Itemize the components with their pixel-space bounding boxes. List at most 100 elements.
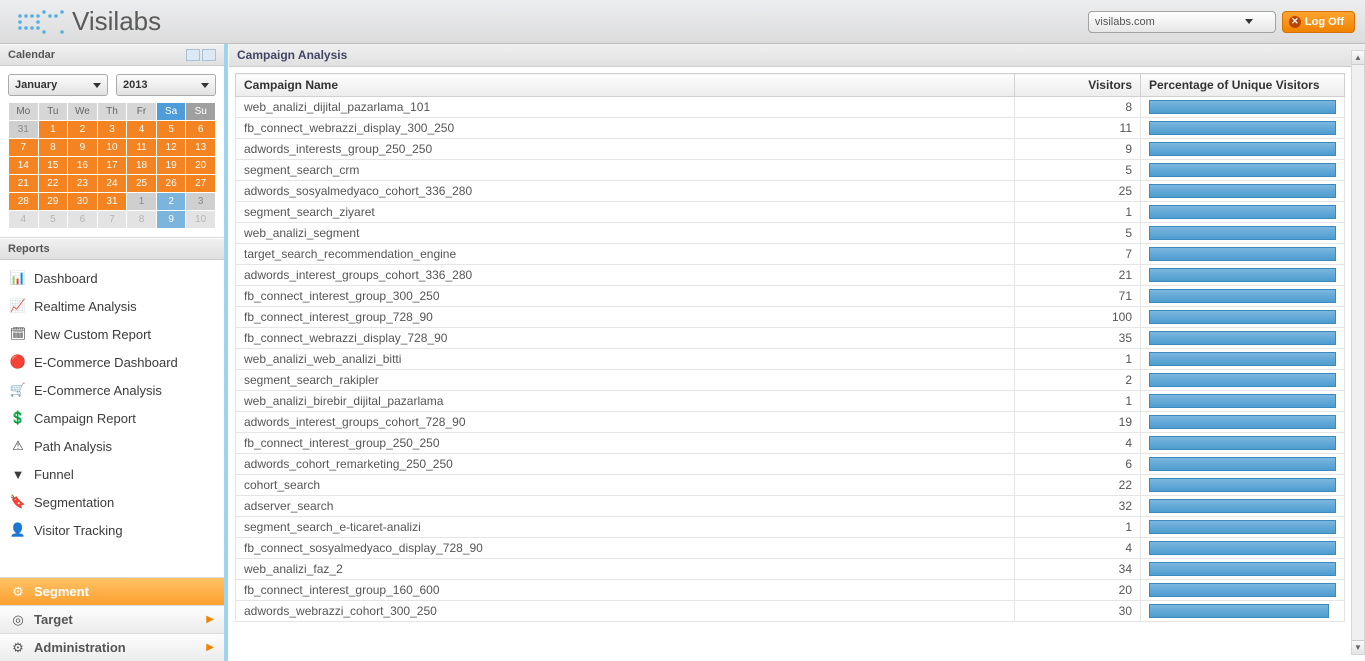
calendar-day[interactable]: 30 bbox=[68, 193, 98, 211]
table-row[interactable]: adwords_interest_groups_cohort_728_9019 bbox=[236, 412, 1345, 433]
bottom-menu-item[interactable]: ⚙Administration▶ bbox=[0, 633, 224, 661]
calendar-day[interactable]: 15 bbox=[38, 157, 68, 175]
calendar-day[interactable]: 4 bbox=[127, 121, 157, 139]
calendar-day[interactable]: 31 bbox=[97, 193, 127, 211]
table-row[interactable]: web_analizi_web_analizi_bitti1 bbox=[236, 349, 1345, 370]
calendar-day[interactable]: 7 bbox=[9, 139, 39, 157]
table-row[interactable]: web_analizi_faz_234 bbox=[236, 559, 1345, 580]
month-select[interactable]: January bbox=[8, 74, 108, 96]
report-item[interactable]: 💲Campaign Report bbox=[0, 404, 224, 432]
table-row[interactable]: adwords_cohort_remarketing_250_2506 bbox=[236, 454, 1345, 475]
report-item[interactable]: 📊Dashboard bbox=[0, 264, 224, 292]
table-row[interactable]: fb_connect_interest_group_728_90100 bbox=[236, 307, 1345, 328]
calendar-day[interactable]: 10 bbox=[186, 211, 216, 229]
logo-text: Visilabs bbox=[72, 6, 161, 37]
table-row[interactable]: fb_connect_interest_group_300_25071 bbox=[236, 286, 1345, 307]
calendar-day[interactable]: 3 bbox=[97, 121, 127, 139]
calendar-day[interactable]: 12 bbox=[156, 139, 186, 157]
col-campaign-name[interactable]: Campaign Name bbox=[236, 74, 1015, 97]
year-select[interactable]: 2013 bbox=[116, 74, 216, 96]
table-row[interactable]: adwords_interests_group_250_2509 bbox=[236, 139, 1345, 160]
calendar-day[interactable]: 13 bbox=[186, 139, 216, 157]
calendar-day[interactable]: 1 bbox=[38, 121, 68, 139]
bottom-menu-item[interactable]: ⚙Segment bbox=[0, 577, 224, 605]
calendar-day[interactable]: 6 bbox=[186, 121, 216, 139]
calendar-day[interactable]: 26 bbox=[156, 175, 186, 193]
cell-percent-bar bbox=[1141, 496, 1345, 517]
calendar-day[interactable]: 5 bbox=[156, 121, 186, 139]
calendar-day[interactable]: 4 bbox=[9, 211, 39, 229]
report-item[interactable]: 👤Visitor Tracking bbox=[0, 516, 224, 544]
calendar-day[interactable]: 1 bbox=[127, 193, 157, 211]
bottom-menu-label: Administration bbox=[34, 640, 126, 655]
report-item[interactable]: 🗓New Custom Report bbox=[0, 320, 224, 348]
calendar-day[interactable]: 2 bbox=[156, 193, 186, 211]
table-row[interactable]: adwords_sosyalmedyaco_cohort_336_28025 bbox=[236, 181, 1345, 202]
col-visitors[interactable]: Visitors bbox=[1015, 74, 1141, 97]
calendar-day[interactable]: 28 bbox=[9, 193, 39, 211]
table-row[interactable]: cohort_search22 bbox=[236, 475, 1345, 496]
report-item[interactable]: 🛒E-Commerce Analysis bbox=[0, 376, 224, 404]
cell-campaign-name: web_analizi_faz_2 bbox=[236, 559, 1015, 580]
table-row[interactable]: segment_search_rakipler2 bbox=[236, 370, 1345, 391]
table-row[interactable]: adwords_interest_groups_cohort_336_28021 bbox=[236, 265, 1345, 286]
table-row[interactable]: adwords_webrazzi_cohort_300_25030 bbox=[236, 601, 1345, 622]
vertical-scrollbar[interactable]: ▲ ▼ bbox=[1351, 50, 1365, 655]
calendar-day[interactable]: 6 bbox=[68, 211, 98, 229]
calendar-day[interactable]: 24 bbox=[97, 175, 127, 193]
report-item[interactable]: 🔴E-Commerce Dashboard bbox=[0, 348, 224, 376]
scroll-up-icon[interactable]: ▲ bbox=[1352, 51, 1364, 65]
calendar-day[interactable]: 27 bbox=[186, 175, 216, 193]
chevron-right-icon: ▶ bbox=[206, 614, 214, 625]
calendar-day[interactable]: 31 bbox=[9, 121, 39, 139]
calendar-day[interactable]: 9 bbox=[156, 211, 186, 229]
calendar-day[interactable]: 9 bbox=[68, 139, 98, 157]
bottom-menu-item[interactable]: ◎Target▶ bbox=[0, 605, 224, 633]
table-row[interactable]: web_analizi_segment5 bbox=[236, 223, 1345, 244]
calendar-day[interactable]: 10 bbox=[97, 139, 127, 157]
calendar-day[interactable]: 2 bbox=[68, 121, 98, 139]
logoff-button[interactable]: ✕ Log Off bbox=[1282, 11, 1355, 33]
calendar-day[interactable]: 18 bbox=[127, 157, 157, 175]
calendar-day[interactable]: 16 bbox=[68, 157, 98, 175]
calendar-day[interactable]: 21 bbox=[9, 175, 39, 193]
calendar-day[interactable]: 8 bbox=[38, 139, 68, 157]
calendar-day[interactable]: 7 bbox=[97, 211, 127, 229]
table-row[interactable]: fb_connect_webrazzi_display_300_25011 bbox=[236, 118, 1345, 139]
calendar-day[interactable]: 8 bbox=[127, 211, 157, 229]
table-row[interactable]: adserver_search32 bbox=[236, 496, 1345, 517]
table-row[interactable]: segment_search_ziyaret1 bbox=[236, 202, 1345, 223]
col-percent[interactable]: Percentage of Unique Visitors bbox=[1141, 74, 1345, 97]
cell-percent-bar bbox=[1141, 181, 1345, 202]
table-row[interactable]: web_analizi_dijital_pazarlama_1018 bbox=[236, 97, 1345, 118]
cell-visitors: 20 bbox=[1015, 580, 1141, 601]
calendar-day[interactable]: 20 bbox=[186, 157, 216, 175]
report-item[interactable]: ▼Funnel bbox=[0, 460, 224, 488]
calendar-day[interactable]: 19 bbox=[156, 157, 186, 175]
table-row[interactable]: web_analizi_birebir_dijital_pazarlama1 bbox=[236, 391, 1345, 412]
calendar-day[interactable]: 17 bbox=[97, 157, 127, 175]
report-item[interactable]: ⚠Path Analysis bbox=[0, 432, 224, 460]
table-row[interactable]: fb_connect_interest_group_160_60020 bbox=[236, 580, 1345, 601]
report-item[interactable]: 🔖Segmentation bbox=[0, 488, 224, 516]
table-row[interactable]: fb_connect_interest_group_250_2504 bbox=[236, 433, 1345, 454]
domain-select[interactable]: visilabs.com bbox=[1088, 11, 1276, 33]
calendar-day[interactable]: 5 bbox=[38, 211, 68, 229]
calendar-day[interactable]: 3 bbox=[186, 193, 216, 211]
calendar-day[interactable]: 14 bbox=[9, 157, 39, 175]
cell-visitors: 21 bbox=[1015, 265, 1141, 286]
table-row[interactable]: fb_connect_sosyalmedyaco_display_728_904 bbox=[236, 538, 1345, 559]
table-row[interactable]: target_search_recommendation_engine7 bbox=[236, 244, 1345, 265]
table-row[interactable]: segment_search_e-ticaret-analizi1 bbox=[236, 517, 1345, 538]
report-item[interactable]: 📈Realtime Analysis bbox=[0, 292, 224, 320]
table-row[interactable]: segment_search_crm5 bbox=[236, 160, 1345, 181]
calendar-day[interactable]: 11 bbox=[127, 139, 157, 157]
calendar-day[interactable]: 25 bbox=[127, 175, 157, 193]
calendar-tool-icon[interactable] bbox=[202, 49, 216, 61]
calendar-day[interactable]: 23 bbox=[68, 175, 98, 193]
calendar-day[interactable]: 29 bbox=[38, 193, 68, 211]
calendar-day[interactable]: 22 bbox=[38, 175, 68, 193]
scroll-down-icon[interactable]: ▼ bbox=[1352, 640, 1364, 654]
calendar-tool-icon[interactable] bbox=[186, 49, 200, 61]
table-row[interactable]: fb_connect_webrazzi_display_728_9035 bbox=[236, 328, 1345, 349]
